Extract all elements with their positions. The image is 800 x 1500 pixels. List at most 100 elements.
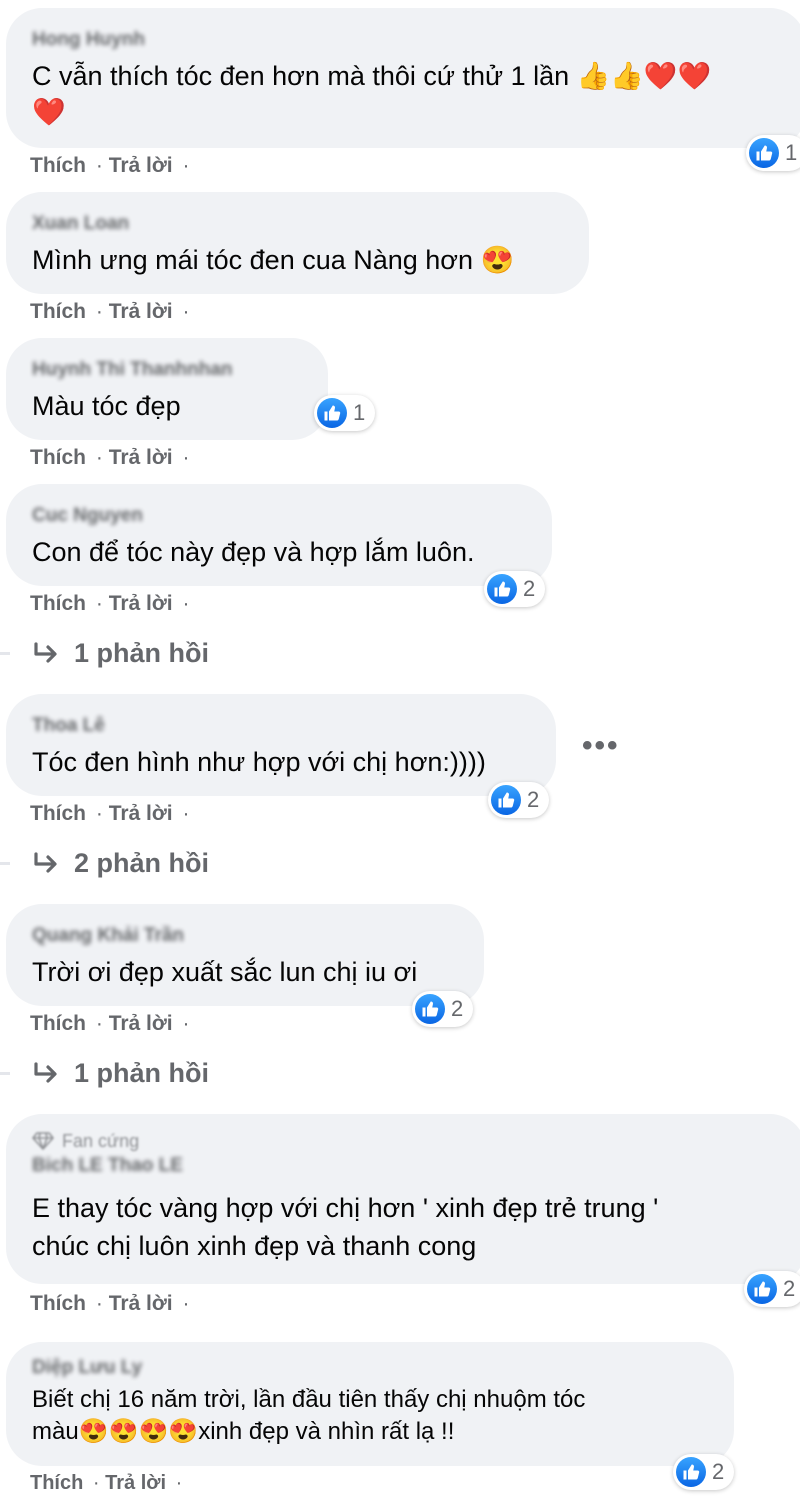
comment-bubble: Thoa Lê Tóc đen hình như hợp với chị hơn… xyxy=(6,694,556,796)
replies-count: 1 phản hồi xyxy=(74,1058,209,1088)
comment-bubble: Cuc Nguyen Con để tóc này đẹp và hợp lắm… xyxy=(6,484,552,586)
separator: · xyxy=(95,154,103,177)
view-replies-link[interactable]: 2 phản hồi xyxy=(32,848,209,879)
separator: · xyxy=(182,802,190,825)
reply-link[interactable]: Trả lời xyxy=(109,802,173,825)
separator: · xyxy=(182,1012,190,1035)
replies-count: 1 phản hồi xyxy=(74,638,209,668)
like-icon xyxy=(487,574,517,604)
like-icon xyxy=(747,1274,777,1304)
reaction-badge[interactable]: 1 xyxy=(314,395,376,431)
view-replies-link[interactable]: 1 phản hồi xyxy=(32,638,209,669)
like-link[interactable]: Thích xyxy=(30,802,86,825)
comment-text: ❤️ xyxy=(32,97,66,127)
reply-link[interactable]: Trả lời xyxy=(109,300,173,323)
comment-author[interactable]: Xuan Loan xyxy=(32,212,565,236)
reaction-count: 2 xyxy=(523,576,536,601)
comment-bubble: Quang Khải Trần Trời ơi đẹp xuất sắc lun… xyxy=(6,904,484,1006)
reply-link[interactable]: Trả lời xyxy=(109,154,173,177)
fan-badge: Fan cứng xyxy=(32,1130,782,1152)
comment-text: Biết chị 16 năm trời, lần đầu tiên thấy … xyxy=(32,1386,586,1413)
fan-badge-label: Fan cứng xyxy=(62,1131,140,1151)
reply-arrow-icon xyxy=(34,851,57,873)
reply-link[interactable]: Trả lời xyxy=(109,1012,173,1035)
thread-divider xyxy=(0,862,10,865)
like-link[interactable]: Thích xyxy=(30,1472,83,1494)
separator: · xyxy=(175,1472,183,1494)
reaction-badge[interactable]: 2 xyxy=(484,571,546,607)
like-link[interactable]: Thích xyxy=(30,1012,86,1035)
diamond-icon xyxy=(32,1132,54,1150)
reaction-badge[interactable]: 1 xyxy=(746,135,800,171)
comment-text: màu😍😍😍😍xinh đẹp và nhìn rất lạ !! xyxy=(32,1418,455,1445)
more-options-button[interactable]: ••• xyxy=(582,731,620,761)
comment-text: C vẫn thích tóc đen hơn mà thôi cứ thử 1… xyxy=(32,61,712,91)
comment-text: Mình ưng mái tóc đen cua Nàng hơn 😍 xyxy=(32,245,515,275)
reaction-count: 2 xyxy=(527,787,540,812)
thread-divider xyxy=(0,652,10,655)
reply-arrow-icon xyxy=(34,1061,57,1083)
comment-text: Trời ơi đẹp xuất sắc lun chị iu ơi xyxy=(32,957,418,987)
separator: · xyxy=(95,1292,103,1315)
like-icon xyxy=(415,994,445,1024)
reply-link[interactable]: Trả lời xyxy=(109,446,173,469)
comment-bubble: Hong Huynh C vẫn thích tóc đen hơn mà th… xyxy=(6,8,800,148)
separator: · xyxy=(95,592,103,615)
reaction-badge[interactable]: 2 xyxy=(673,1454,735,1490)
thread-divider xyxy=(0,1072,10,1075)
reaction-count: 1 xyxy=(353,400,366,425)
separator: · xyxy=(182,154,190,177)
separator: · xyxy=(95,300,103,323)
reply-link[interactable]: Trả lời xyxy=(105,1472,166,1494)
reaction-count: 2 xyxy=(712,1459,725,1484)
separator: · xyxy=(182,1292,190,1315)
like-link[interactable]: Thích xyxy=(30,446,86,469)
reaction-count: 2 xyxy=(783,1276,796,1301)
comment-actions: Thích · Trả lời · xyxy=(30,299,190,325)
separator: · xyxy=(182,300,190,323)
comment-author[interactable]: Huynh Thi Thanhnhan xyxy=(32,358,304,382)
comment-text: Con để tóc này đẹp và hợp lắm luôn. xyxy=(32,537,475,567)
reaction-badge[interactable]: 2 xyxy=(744,1271,800,1307)
like-icon xyxy=(676,1457,706,1487)
comment-actions: Thích · Trả lời · xyxy=(30,445,190,471)
like-link[interactable]: Thích xyxy=(30,300,86,323)
comment-actions: Thích · Trả lời · xyxy=(30,153,190,179)
reaction-count: 1 xyxy=(785,140,798,165)
like-icon xyxy=(749,138,779,168)
reaction-badge[interactable]: 2 xyxy=(412,991,474,1027)
comment-author[interactable]: Diệp Lưu Ly xyxy=(32,1356,710,1380)
comment-actions: Thích · Trả lời · xyxy=(30,801,190,827)
reply-arrow-icon xyxy=(34,641,57,663)
separator: · xyxy=(92,1472,100,1494)
comment-actions: Thích · Trả lời · xyxy=(30,1291,190,1317)
comment-author[interactable]: Bich LE Thao LE xyxy=(32,1154,782,1178)
view-replies-link[interactable]: 1 phản hồi xyxy=(32,1058,209,1089)
like-link[interactable]: Thích xyxy=(30,592,86,615)
separator: · xyxy=(182,592,190,615)
comment-bubble: Diệp Lưu Ly Biết chị 16 năm trời, lần đầ… xyxy=(6,1342,734,1466)
separator: · xyxy=(95,446,103,469)
comment-text: Tóc đen hình như hợp với chị hơn:)))) xyxy=(32,747,486,777)
reply-link[interactable]: Trả lời xyxy=(109,1292,173,1315)
comment-bubble: Huynh Thi Thanhnhan Màu tóc đẹp xyxy=(6,338,328,440)
comment-author[interactable]: Cuc Nguyen xyxy=(32,504,528,528)
comment-author[interactable]: Thoa Lê xyxy=(32,714,532,738)
like-icon xyxy=(491,785,521,815)
comment-author[interactable]: Hong Huynh xyxy=(32,28,782,52)
comment-text: Màu tóc đẹp xyxy=(32,391,181,421)
comment-actions: Thích · Trả lời · xyxy=(30,1470,182,1496)
comment-author[interactable]: Quang Khải Trần xyxy=(32,924,460,948)
comment-text: chúc chị luôn xinh đẹp và thanh cong xyxy=(32,1231,477,1261)
comment-bubble: Xuan Loan Mình ưng mái tóc đen cua Nàng … xyxy=(6,192,589,294)
reaction-badge[interactable]: 2 xyxy=(488,782,550,818)
comment-bubble: Fan cứng Bich LE Thao LE E thay tóc vàng… xyxy=(6,1114,800,1284)
replies-count: 2 phản hồi xyxy=(74,848,209,878)
comment-actions: Thích · Trả lời · xyxy=(30,591,190,617)
reply-link[interactable]: Trả lời xyxy=(109,592,173,615)
separator: · xyxy=(182,446,190,469)
like-link[interactable]: Thích xyxy=(30,154,86,177)
reaction-count: 2 xyxy=(451,996,464,1021)
separator: · xyxy=(95,802,103,825)
like-link[interactable]: Thích xyxy=(30,1292,86,1315)
